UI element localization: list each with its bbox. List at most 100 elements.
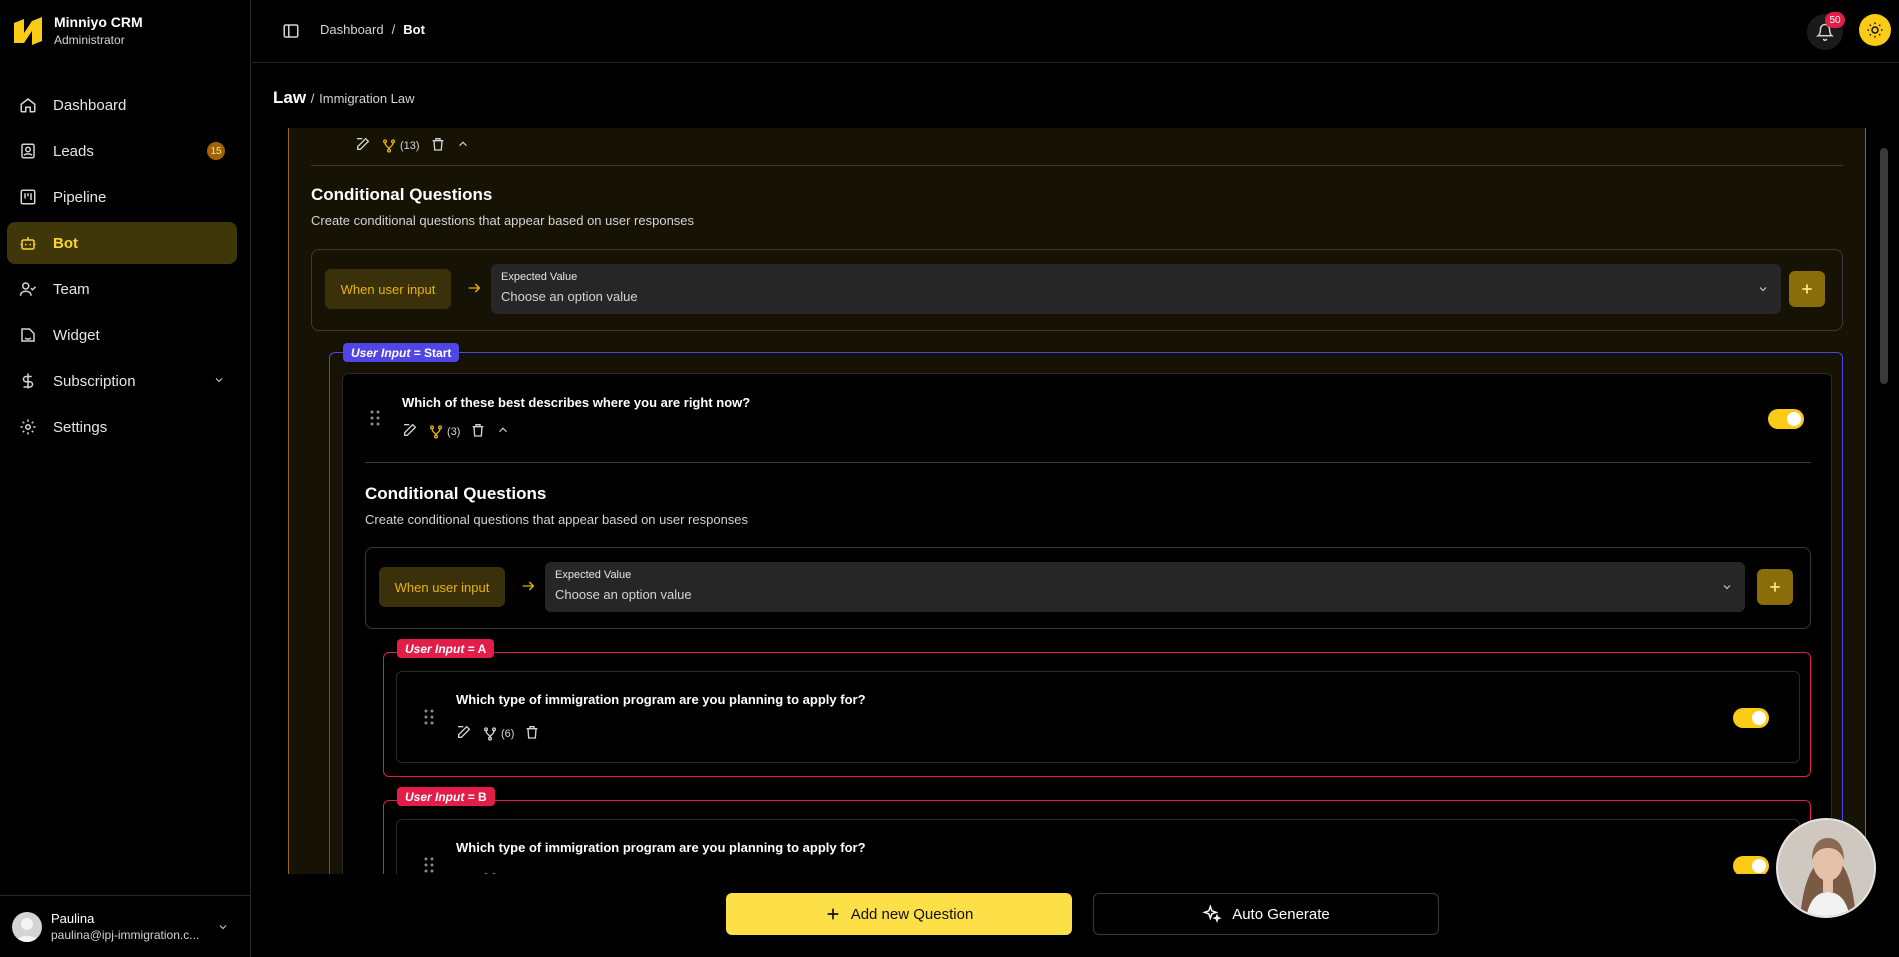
condition-tag-a: User Input = A (397, 639, 495, 658)
outer-question-card: (13) Conditional Questions Create condit… (288, 128, 1866, 874)
chevron-down-icon (217, 920, 229, 938)
branch-icon[interactable] (482, 872, 498, 874)
divider (365, 462, 1811, 463)
page-title-separator: / (310, 91, 315, 106)
question-active-toggle[interactable] (1733, 856, 1769, 874)
chevron-up-icon[interactable] (496, 423, 510, 440)
question-actions: (3) (402, 422, 510, 441)
add-condition-button[interactable] (1757, 569, 1793, 605)
arrow-right-icon (520, 578, 536, 599)
sidebar-item-label: Settings (53, 418, 108, 436)
outer-question-actions: (13) (355, 136, 470, 155)
question-tree: (13) Conditional Questions Create condit… (288, 128, 1866, 874)
sidebar: Minniyo CRM Administrator Dashboard Lead… (0, 0, 251, 957)
chevron-down-icon (213, 373, 225, 390)
edit-icon[interactable] (355, 136, 371, 155)
tag-prefix: User Input (405, 789, 465, 804)
question-card: Which type of immigration program are yo… (396, 819, 1800, 874)
add-condition-button[interactable] (1789, 271, 1825, 307)
sidebar-item-settings[interactable]: Settings (7, 406, 237, 448)
breadcrumb-separator: / (391, 22, 396, 37)
plus-icon (1770, 582, 1780, 592)
sidebar-item-leads[interactable]: Leads 15 (7, 130, 237, 172)
branch-button[interactable]: (3) (428, 424, 460, 440)
add-question-label: Add new Question (850, 905, 974, 923)
trash-icon[interactable] (508, 872, 524, 874)
auto-generate-label: Auto Generate (1232, 905, 1330, 923)
sun-icon (1867, 22, 1883, 38)
branch-start: Which of these best describes where you … (329, 352, 1843, 874)
theme-toggle-button[interactable] (1859, 14, 1891, 46)
tag-value: = B (467, 789, 487, 804)
question-text: Which type of immigration program are yo… (456, 692, 866, 707)
trash-icon[interactable] (524, 724, 540, 743)
bot-icon (19, 234, 37, 252)
sidebar-item-team[interactable]: Team (7, 268, 237, 310)
sidebar-item-label: Pipeline (53, 188, 107, 206)
sidebar-toggle-icon[interactable] (282, 22, 300, 45)
sidebar-item-label: Bot (53, 234, 78, 252)
when-user-input-label: When user input (325, 269, 451, 309)
sidebar-item-label: Widget (53, 326, 100, 344)
scrollbar-thumb[interactable] (1880, 148, 1888, 384)
branch-button[interactable]: (13) (381, 138, 420, 154)
scrollbar[interactable] (1880, 128, 1888, 874)
conditional-title: Conditional Questions (311, 185, 493, 204)
notifications-button[interactable]: 50 (1807, 12, 1845, 50)
breadcrumb-dashboard[interactable]: Dashboard (320, 22, 384, 37)
question-text: Which of these best describes where you … (402, 395, 751, 410)
question-active-toggle[interactable] (1768, 409, 1804, 429)
app-name: Minniyo CRM (54, 14, 143, 30)
page-subtitle: Immigration Law (319, 91, 415, 106)
chevron-up-icon[interactable] (456, 137, 470, 154)
edit-icon[interactable] (456, 724, 472, 743)
sidebar-item-pipeline[interactable]: Pipeline (7, 176, 237, 218)
edit-icon[interactable] (402, 422, 418, 441)
sidebar-item-label: Subscription (53, 372, 136, 390)
conditional-description: Create conditional questions that appear… (365, 512, 749, 527)
sidebar-item-subscription[interactable]: Subscription (7, 360, 237, 402)
select-placeholder: Choose an option value (555, 587, 692, 602)
user-menu[interactable]: Paulina paulina@ipj-immigration.c... (0, 895, 251, 957)
branch-icon (383, 138, 395, 153)
conditional-description: Create conditional questions that appear… (311, 213, 695, 228)
gear-icon (19, 418, 37, 436)
sidebar-nav: Dashboard Leads 15 Pipeline Bot Team Wid… (7, 84, 237, 452)
widget-icon (19, 326, 37, 344)
tag-prefix: User Input (351, 345, 411, 360)
drag-handle-icon[interactable] (423, 856, 435, 874)
app-role: Administrator (54, 33, 125, 47)
tag-value: = Start (413, 345, 452, 360)
branch-button[interactable]: (6) (482, 726, 514, 742)
sidebar-item-bot[interactable]: Bot (7, 222, 237, 264)
sidebar-item-dashboard[interactable]: Dashboard (7, 84, 237, 126)
branch-a: Which type of immigration program are yo… (383, 652, 1811, 777)
expected-value-select[interactable]: Expected Value Choose an option value (545, 562, 1745, 612)
brand[interactable]: Minniyo CRM Administrator (12, 14, 143, 47)
divider (311, 165, 1843, 166)
question-card: Which of these best describes where you … (342, 373, 1832, 874)
question-active-toggle[interactable] (1733, 708, 1769, 728)
question-actions (456, 872, 524, 874)
sidebar-item-widget[interactable]: Widget (7, 314, 237, 356)
chevron-down-icon (1721, 580, 1733, 598)
question-text: Which type of immigration program are yo… (456, 840, 866, 855)
trash-icon[interactable] (470, 422, 486, 441)
kanban-icon (19, 188, 37, 206)
branch-icon (484, 726, 496, 741)
trash-icon[interactable] (430, 136, 446, 155)
drag-handle-icon[interactable] (423, 708, 435, 731)
add-question-button[interactable]: Add new Question (726, 893, 1072, 935)
topbar: Dashboard / Bot 50 (252, 0, 1899, 63)
expected-value-select[interactable]: Expected Value Choose an option value (491, 264, 1781, 314)
user-email: paulina@ipj-immigration.c... (51, 928, 200, 942)
condition-tag-b: User Input = B (397, 787, 495, 806)
edit-icon[interactable] (456, 872, 472, 874)
outer-conditional-header: Conditional Questions Create conditional… (311, 185, 694, 228)
when-user-input-label: When user input (379, 567, 505, 607)
arrow-right-icon (466, 280, 482, 301)
auto-generate-button[interactable]: Auto Generate (1093, 893, 1439, 935)
drag-handle-icon[interactable] (369, 409, 381, 432)
leads-count-badge: 15 (207, 142, 225, 160)
assistant-avatar[interactable] (1776, 818, 1876, 918)
